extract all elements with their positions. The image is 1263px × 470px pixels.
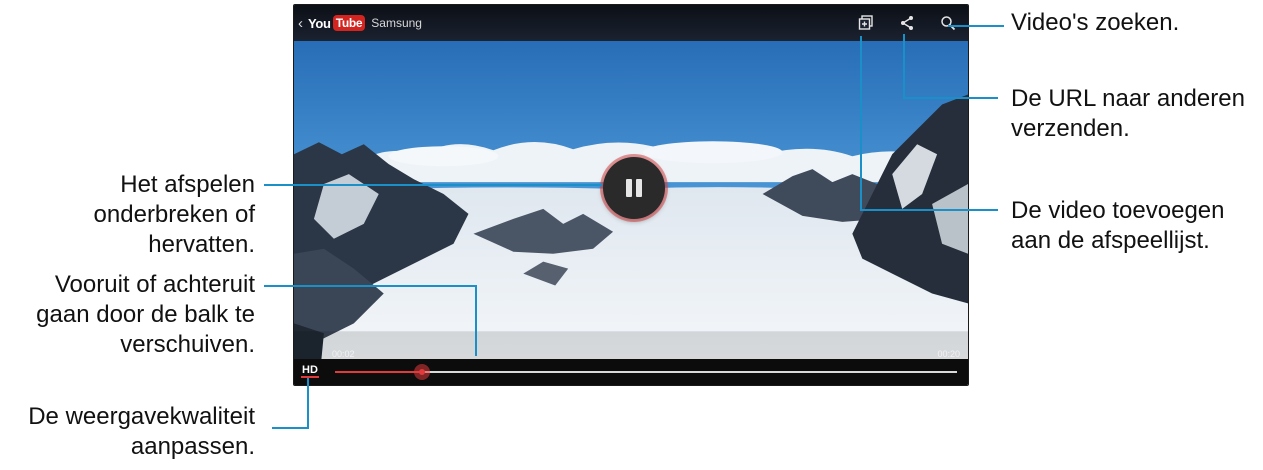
callout-quality: De weergavekwaliteit aanpassen. bbox=[28, 403, 255, 460]
video-player-screen: ‹ You Tube Samsung 00:02 00:20 HD bbox=[293, 4, 969, 386]
progress-thumb[interactable] bbox=[414, 364, 431, 380]
callout-pause: Het afspelen onderbreken of hervatten. bbox=[93, 171, 255, 258]
callout-seek: Vooruit of achteruit gaan door de balk t… bbox=[36, 271, 255, 358]
progress-played bbox=[335, 371, 423, 373]
add-to-playlist-icon[interactable] bbox=[858, 15, 874, 31]
player-top-bar: ‹ You Tube Samsung bbox=[294, 5, 968, 41]
youtube-logo-you[interactable]: You bbox=[308, 16, 331, 31]
callout-playlist: De video toevoegen aan de afspeellijst. bbox=[1011, 197, 1225, 254]
callout-share: De URL naar anderen verzenden. bbox=[1011, 85, 1245, 142]
elapsed-time: 00:02 bbox=[332, 349, 355, 359]
channel-name: Samsung bbox=[371, 16, 422, 30]
total-time: 00:20 bbox=[937, 349, 960, 359]
search-icon[interactable] bbox=[940, 15, 956, 31]
youtube-logo-tube[interactable]: Tube bbox=[332, 15, 366, 31]
callout-search: Video's zoeken. bbox=[1011, 9, 1180, 36]
pause-button[interactable] bbox=[603, 157, 665, 219]
player-bottom-bar: HD bbox=[294, 359, 968, 385]
back-icon[interactable]: ‹ bbox=[298, 15, 306, 32]
pause-icon-bar-left bbox=[626, 179, 632, 197]
quality-button[interactable]: HD bbox=[301, 364, 319, 378]
pause-icon-bar-right bbox=[636, 179, 642, 197]
progress-track[interactable] bbox=[335, 364, 957, 380]
share-icon[interactable] bbox=[899, 15, 915, 31]
